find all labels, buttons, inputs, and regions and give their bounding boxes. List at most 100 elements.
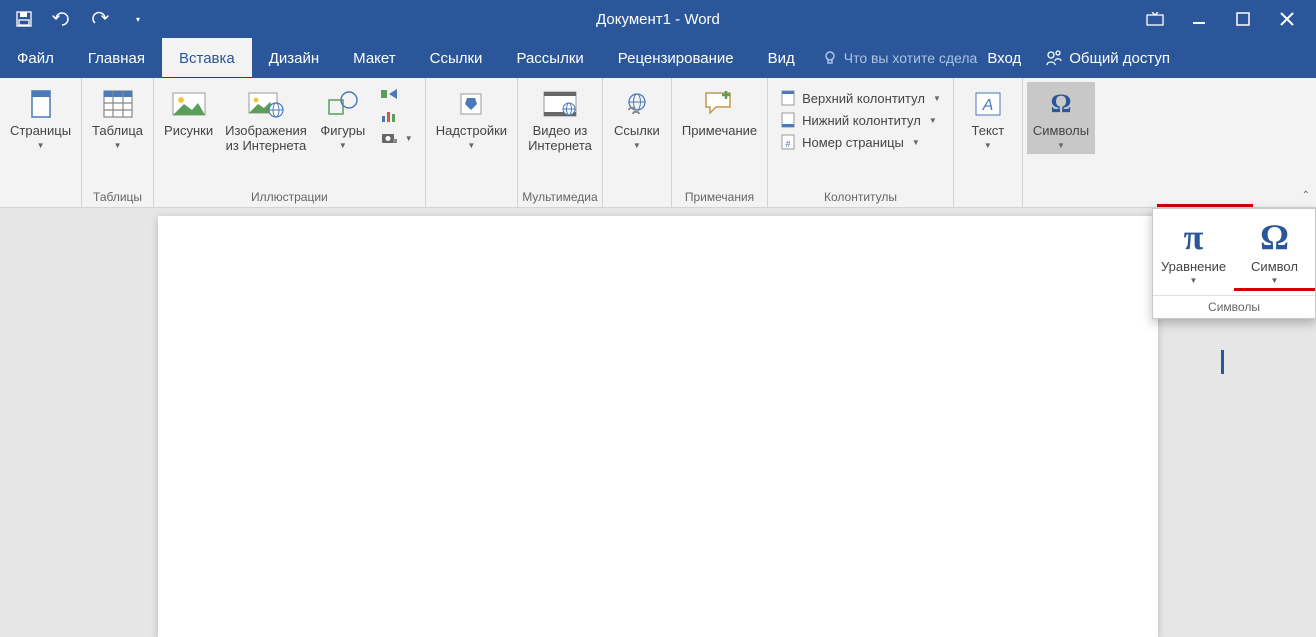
document-page[interactable] (158, 216, 1158, 637)
comment-icon (702, 86, 738, 122)
addins-button[interactable]: Надстройки ▼ (430, 82, 513, 154)
chevron-down-icon: ▼ (1271, 276, 1279, 285)
video-label-1: Видео из (533, 124, 588, 139)
share-icon (1045, 49, 1063, 67)
lightbulb-icon (822, 50, 838, 66)
text-button[interactable]: A Текст ▼ (958, 82, 1018, 154)
chevron-down-icon: ▼ (467, 141, 475, 150)
tab-view[interactable]: Вид (751, 38, 812, 78)
online-video-button[interactable]: Видео из Интернета (522, 82, 598, 158)
pictures-button[interactable]: Рисунки (158, 82, 219, 143)
addins-icon (453, 86, 489, 122)
chevron-down-icon: ▼ (37, 141, 45, 150)
page-number-button[interactable]: # Номер страницы ▼ (776, 132, 945, 152)
tab-file[interactable]: Файл (0, 38, 71, 78)
tab-layout[interactable]: Макет (336, 38, 412, 78)
equation-button[interactable]: π Уравнение ▼ (1153, 213, 1234, 291)
chevron-down-icon: ▼ (912, 138, 920, 147)
table-button[interactable]: Таблица ▼ (86, 82, 149, 154)
shapes-button[interactable]: Фигуры ▼ (313, 82, 373, 154)
tab-review[interactable]: Рецензирование (601, 38, 751, 78)
minimize-icon[interactable] (1188, 8, 1210, 30)
tab-design[interactable]: Дизайн (252, 38, 336, 78)
tell-me-placeholder: Что вы хотите сдела (844, 50, 978, 66)
online-pictures-label-1: Изображения (225, 124, 307, 139)
chart-button[interactable] (377, 106, 417, 126)
header-button[interactable]: Верхний колонтитул ▼ (776, 88, 945, 108)
online-pictures-label-2: из Интернета (226, 139, 307, 154)
group-headerfooter-label: Колонтитулы (772, 187, 949, 207)
chevron-down-icon: ▼ (1057, 141, 1065, 150)
tab-references[interactable]: Ссылки (413, 38, 500, 78)
comment-button[interactable]: Примечание (676, 82, 763, 143)
pictures-label: Рисунки (164, 124, 213, 139)
links-label: Ссылки (614, 124, 660, 139)
shapes-label: Фигуры (320, 124, 365, 139)
redo-icon[interactable] (90, 9, 110, 29)
ribbon-insert: Страницы ▼ Таблица ▼ Таблицы Рис (0, 78, 1316, 208)
table-icon (100, 86, 136, 122)
group-comments-label: Примечания (676, 187, 763, 207)
footer-button[interactable]: Нижний колонтитул ▼ (776, 110, 945, 130)
save-icon[interactable] (14, 9, 34, 29)
comment-label: Примечание (682, 124, 757, 139)
group-text-label (958, 187, 1018, 207)
collapse-ribbon-icon[interactable]: ⌃ (1302, 190, 1310, 201)
group-media-label: Мультимедиа (522, 187, 598, 207)
ribbon-display-options-icon[interactable] (1144, 8, 1166, 30)
tab-insert[interactable]: Вставка (162, 38, 252, 78)
chevron-down-icon: ▼ (339, 141, 347, 150)
sign-in-link[interactable]: Вход (977, 38, 1031, 78)
table-label: Таблица (92, 124, 143, 139)
chevron-down-icon: ▼ (984, 141, 992, 150)
window-controls (1144, 8, 1316, 30)
group-links-label (607, 187, 667, 207)
picture-icon (171, 86, 207, 122)
qat-customize-icon[interactable]: ▾ (128, 9, 148, 29)
symbol-label: Символ (1251, 259, 1298, 274)
document-title: Документ1 - Word (596, 11, 720, 28)
online-picture-icon (248, 86, 284, 122)
symbols-button[interactable]: Ω Символы ▼ (1027, 82, 1095, 154)
text-label: Текст (972, 124, 1005, 139)
smartart-icon (381, 86, 397, 102)
text-cursor (1221, 350, 1224, 374)
symbol-button[interactable]: Ω Символ ▼ (1234, 213, 1315, 291)
pi-icon: π (1184, 219, 1204, 255)
dropdown-group-label: Символы (1153, 295, 1315, 318)
close-icon[interactable] (1276, 8, 1298, 30)
maximize-icon[interactable] (1232, 8, 1254, 30)
share-label: Общий доступ (1069, 50, 1170, 67)
chart-icon (381, 108, 397, 124)
group-tables-label: Таблицы (86, 187, 149, 207)
footer-icon (780, 112, 796, 128)
page-number-icon: # (780, 134, 796, 150)
video-icon (542, 86, 578, 122)
chevron-down-icon: ▼ (633, 141, 641, 150)
shapes-icon (325, 86, 361, 122)
tab-home[interactable]: Главная (71, 38, 162, 78)
pages-label: Страницы (10, 124, 71, 139)
group-addins-label (430, 187, 513, 207)
omega-icon: Ω (1260, 219, 1289, 255)
textbox-icon: A (970, 86, 1006, 122)
equation-label: Уравнение (1161, 259, 1226, 274)
screenshot-button[interactable]: ▼ (377, 128, 417, 148)
group-symbols-label (1027, 187, 1095, 207)
ribbon-tabs: Файл Главная Вставка Дизайн Макет Ссылки… (0, 38, 1316, 78)
group-pages-label (4, 187, 77, 207)
undo-icon[interactable] (52, 9, 72, 29)
share-button[interactable]: Общий доступ (1031, 38, 1184, 78)
header-icon (780, 90, 796, 106)
online-pictures-button[interactable]: Изображения из Интернета (219, 82, 313, 158)
tell-me-search[interactable]: Что вы хотите сдела (812, 38, 978, 78)
addins-label: Надстройки (436, 124, 507, 139)
group-illustrations-label: Иллюстрации (158, 187, 421, 207)
svg-text:#: # (786, 139, 791, 149)
page-icon (23, 86, 59, 122)
links-button[interactable]: Ссылки ▼ (607, 82, 667, 154)
smartart-button[interactable] (377, 84, 417, 104)
chevron-down-icon: ▼ (1190, 276, 1198, 285)
tab-mailings[interactable]: Рассылки (499, 38, 600, 78)
pages-button[interactable]: Страницы ▼ (4, 82, 77, 154)
